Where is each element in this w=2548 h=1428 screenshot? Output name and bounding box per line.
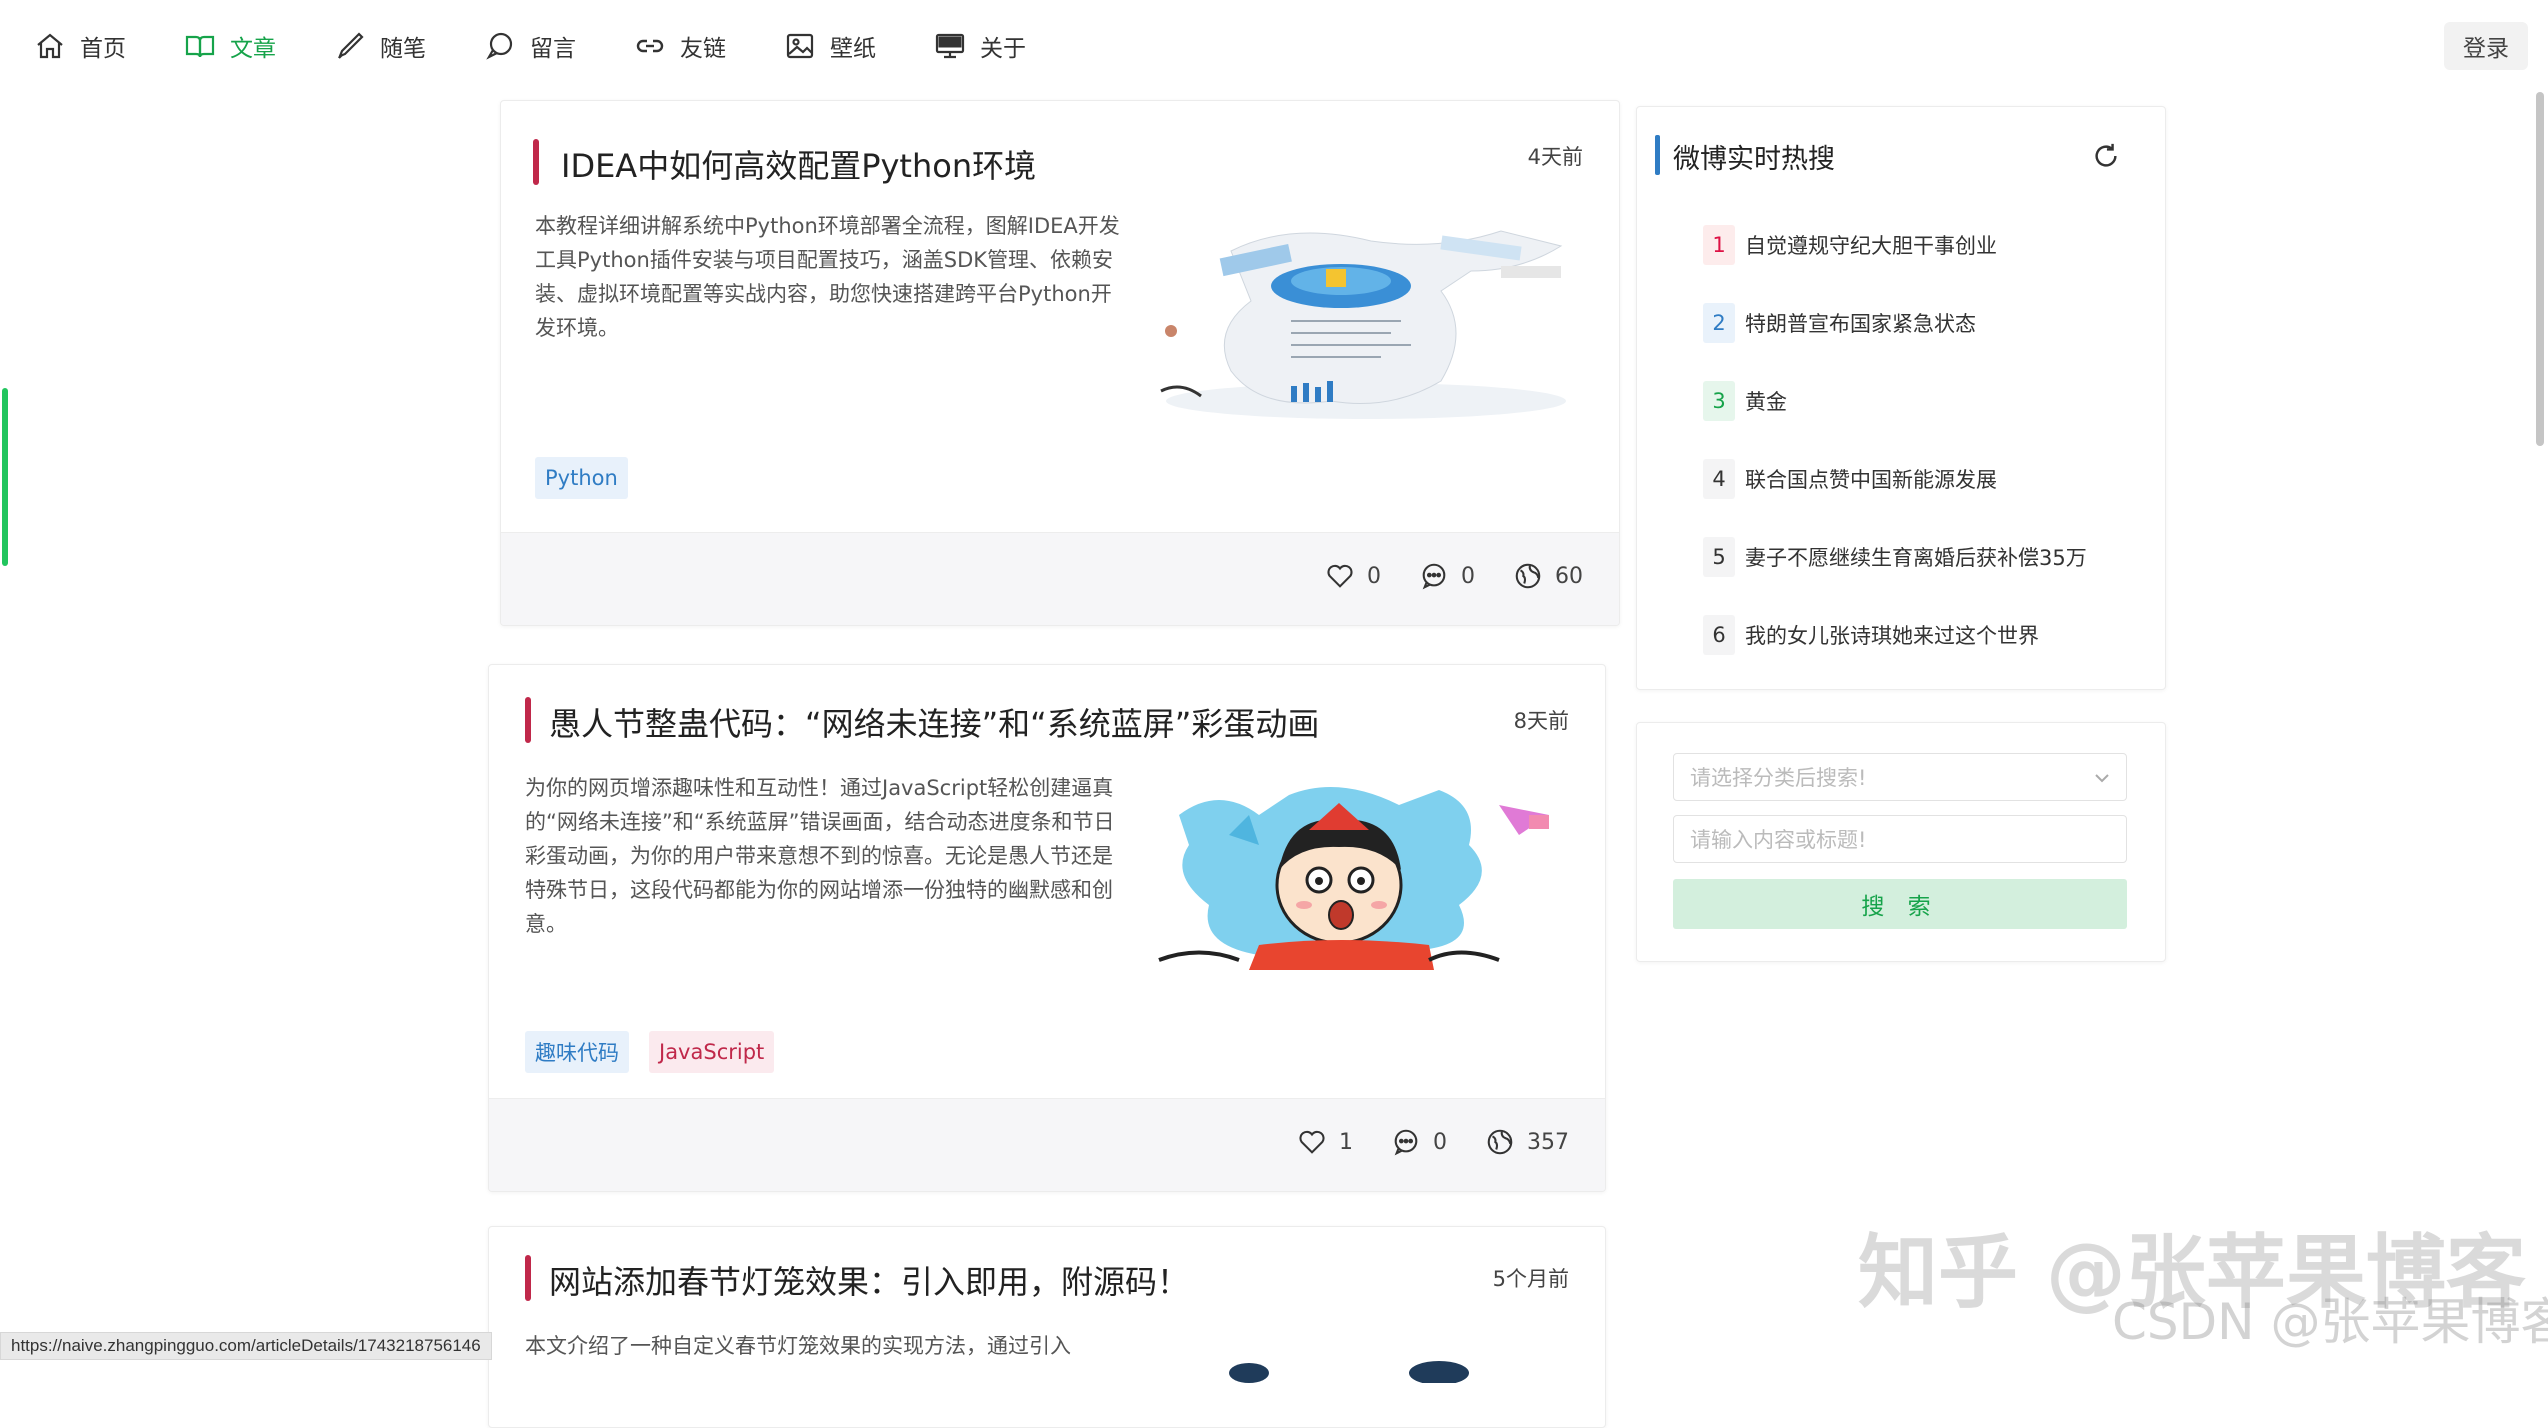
article-footer: 0 0 60 bbox=[501, 532, 1619, 625]
comment-count: 0 bbox=[1433, 1129, 1447, 1155]
title-accent-bar bbox=[525, 1255, 531, 1301]
hot-search-item[interactable]: 5 妻子不愿继续生育离婚后获补偿35万 bbox=[1703, 537, 2087, 577]
article-title[interactable]: 愚人节整蛊代码：“网络未连接”和“系统蓝屏”彩蛋动画 bbox=[549, 699, 1319, 745]
pen-icon bbox=[338, 32, 364, 59]
nav-links-label: 友链 bbox=[680, 36, 726, 62]
article-cover-image[interactable] bbox=[1139, 775, 1569, 985]
monitor-icon bbox=[935, 33, 965, 59]
nav-essays-label: 随笔 bbox=[380, 36, 426, 62]
nav-messages[interactable]: 留言 bbox=[484, 26, 576, 66]
search-panel: 请选择分类后搜索! 请输入内容或标题! 搜 索 bbox=[1636, 722, 2166, 962]
nav-links[interactable]: 友链 bbox=[634, 26, 726, 66]
comment-count: 0 bbox=[1461, 563, 1475, 589]
article-stats: 0 0 60 bbox=[1325, 561, 1583, 591]
category-select-placeholder: 请选择分类后搜索! bbox=[1690, 766, 1867, 790]
comment-icon[interactable] bbox=[1391, 1127, 1421, 1157]
search-button[interactable]: 搜 索 bbox=[1673, 879, 2127, 929]
article-time: 4天前 bbox=[1527, 145, 1583, 169]
search-input[interactable]: 请输入内容或标题! bbox=[1673, 815, 2127, 863]
nav-home-label: 首页 bbox=[80, 36, 126, 62]
hot-search-item[interactable]: 4 联合国点赞中国新能源发展 bbox=[1703, 459, 1997, 499]
article-card[interactable]: 网站添加春节灯笼效果：引入即用，附源码！ 5个月前 本文介绍了一种自定义春节灯笼… bbox=[488, 1226, 1606, 1428]
hot-text: 黄金 bbox=[1745, 390, 1787, 414]
hot-text: 联合国点赞中国新能源发展 bbox=[1745, 468, 1997, 492]
hot-search-item[interactable]: 1 自觉遵规守纪大胆干事创业 bbox=[1703, 225, 1997, 265]
heart-icon[interactable] bbox=[1325, 561, 1355, 591]
article-description: 本教程详细讲解系统中Python环境部署全流程，图解IDEA开发工具Python… bbox=[535, 214, 1120, 340]
watermark-secondary: CSDN @张苹果博客 bbox=[2112, 1293, 2548, 1351]
top-nav: 首页 文章 随笔 留言 友链 壁纸 关于 登录 bbox=[0, 0, 2548, 90]
hot-rank: 4 bbox=[1703, 459, 1735, 499]
home-icon bbox=[37, 33, 63, 59]
article-tag[interactable]: JavaScript bbox=[649, 1031, 775, 1073]
nav-home[interactable]: 首页 bbox=[34, 26, 126, 66]
book-icon bbox=[185, 35, 215, 58]
nav-wallpaper[interactable]: 壁纸 bbox=[784, 26, 876, 66]
title-accent-bar bbox=[525, 697, 531, 743]
hot-rank: 1 bbox=[1703, 225, 1735, 265]
heart-icon[interactable] bbox=[1297, 1127, 1327, 1157]
article-description: 为你的网页增添趣味性和互动性！通过JavaScript轻松创建逼真的“网络未连接… bbox=[525, 776, 1115, 936]
search-input-placeholder: 请输入内容或标题! bbox=[1690, 828, 1867, 852]
hot-search-item[interactable]: 6 我的女儿张诗琪她来过这个世界 bbox=[1703, 615, 2039, 655]
refresh-icon[interactable] bbox=[2091, 141, 2121, 171]
article-footer: 1 0 357 bbox=[489, 1098, 1605, 1191]
hot-title-accent-bar bbox=[1655, 135, 1660, 175]
nav-about[interactable]: 关于 bbox=[934, 26, 1026, 66]
nav-wallpaper-label: 壁纸 bbox=[830, 36, 876, 62]
hot-text: 自觉遵规守纪大胆干事创业 bbox=[1745, 234, 1997, 258]
article-card[interactable]: 愚人节整蛊代码：“网络未连接”和“系统蓝屏”彩蛋动画 8天前 为你的网页增添趣味… bbox=[488, 664, 1606, 1192]
hot-text: 特朗普宣布国家紧急状态 bbox=[1745, 312, 1976, 336]
view-count: 357 bbox=[1527, 1129, 1569, 1155]
article-card[interactable]: IDEA中如何高效配置Python环境 4天前 本教程详细讲解系统中Python… bbox=[500, 100, 1620, 626]
article-cover-image[interactable] bbox=[1209, 1343, 1549, 1383]
link-icon bbox=[636, 39, 664, 53]
message-icon bbox=[486, 32, 513, 60]
like-count: 0 bbox=[1367, 563, 1381, 589]
hot-search-title: 微博实时热搜 bbox=[1673, 144, 1835, 175]
hot-text: 妻子不愿继续生育离婚后获补偿35万 bbox=[1745, 546, 2087, 570]
nav-articles[interactable]: 文章 bbox=[184, 26, 276, 66]
globe-icon bbox=[1515, 563, 1541, 589]
hot-search-item[interactable]: 2 特朗普宣布国家紧急状态 bbox=[1703, 303, 1976, 343]
scroll-indicator bbox=[2, 388, 8, 566]
globe-icon bbox=[1487, 1129, 1513, 1155]
chevron-down-icon bbox=[2095, 774, 2109, 783]
article-title[interactable]: 网站添加春节灯笼效果：引入即用，附源码！ bbox=[549, 1257, 1189, 1303]
hot-rank: 2 bbox=[1703, 303, 1735, 343]
hot-text: 我的女儿张诗琪她来过这个世界 bbox=[1745, 624, 2039, 648]
view-count: 60 bbox=[1555, 563, 1583, 589]
article-tag[interactable]: Python bbox=[535, 457, 628, 499]
nav-articles-label: 文章 bbox=[230, 36, 276, 62]
article-description: 本文介绍了一种自定义春节灯笼效果的实现方法，通过引入 bbox=[525, 1334, 1071, 1358]
scrollbar-thumb[interactable] bbox=[2536, 92, 2544, 446]
article-time: 5个月前 bbox=[1492, 1267, 1569, 1291]
category-select[interactable]: 请选择分类后搜索! bbox=[1673, 753, 2127, 801]
article-time: 8天前 bbox=[1513, 709, 1569, 733]
like-count: 1 bbox=[1339, 1129, 1353, 1155]
nav-messages-label: 留言 bbox=[530, 36, 576, 62]
article-tag[interactable]: 趣味代码 bbox=[525, 1031, 629, 1073]
article-title[interactable]: IDEA中如何高效配置Python环境 bbox=[561, 141, 1036, 187]
status-bar-url: https://naive.zhangpingguo.com/articleDe… bbox=[0, 1332, 492, 1360]
nav-essays[interactable]: 随笔 bbox=[334, 26, 426, 66]
article-stats: 1 0 357 bbox=[1297, 1127, 1569, 1157]
hot-rank: 5 bbox=[1703, 537, 1735, 577]
hot-rank: 6 bbox=[1703, 615, 1735, 655]
article-cover-image[interactable] bbox=[1141, 211, 1591, 431]
nav-about-label: 关于 bbox=[980, 36, 1026, 62]
title-accent-bar bbox=[533, 139, 539, 185]
hot-rank: 3 bbox=[1703, 381, 1735, 421]
login-button[interactable]: 登录 bbox=[2444, 22, 2528, 70]
comment-icon[interactable] bbox=[1419, 561, 1449, 591]
hot-search-panel: 微博实时热搜 1 自觉遵规守纪大胆干事创业 2 特朗普宣布国家紧急状态 3 黄金… bbox=[1636, 106, 2166, 690]
image-icon bbox=[786, 33, 814, 59]
hot-search-item[interactable]: 3 黄金 bbox=[1703, 381, 1787, 421]
